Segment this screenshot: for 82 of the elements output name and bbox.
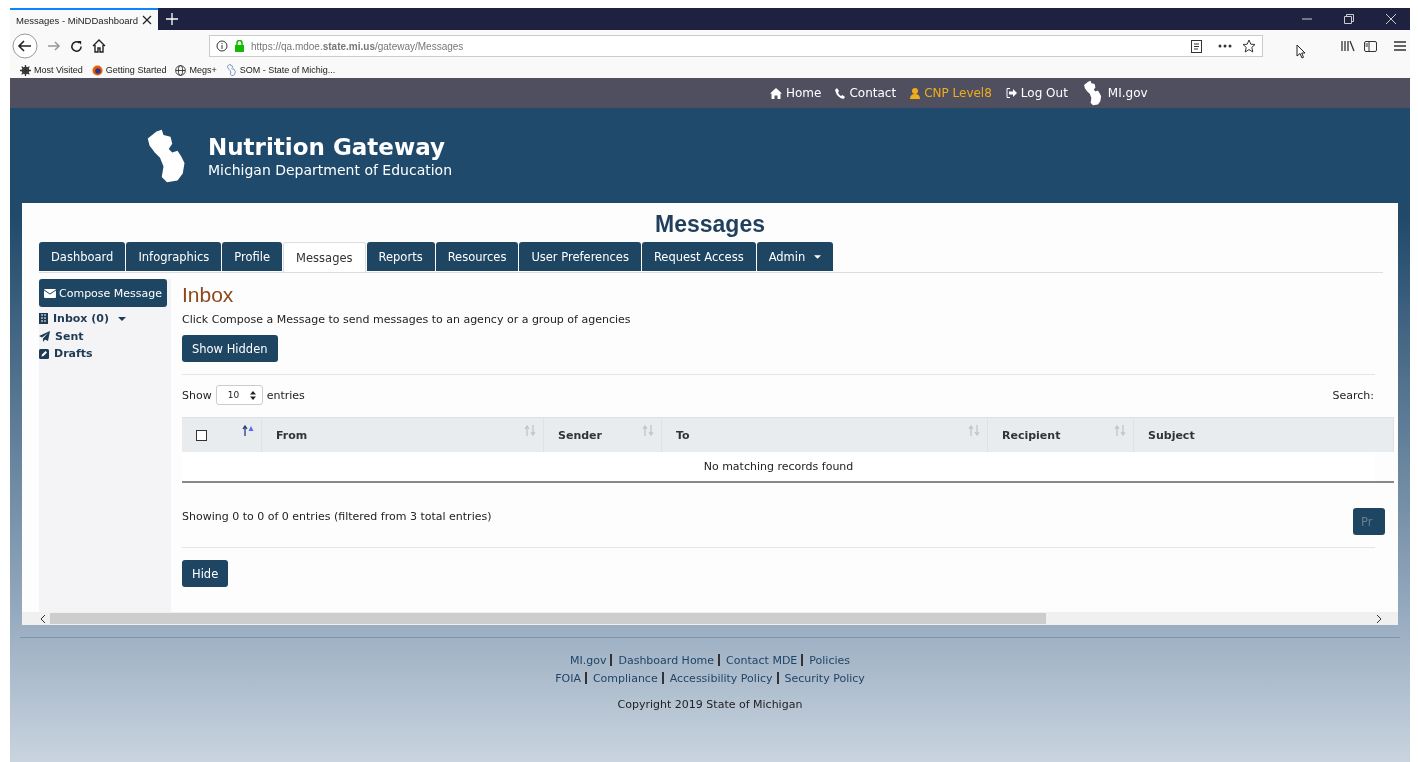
footer-link[interactable]: Compliance [592, 671, 658, 685]
scroll-left-icon[interactable] [40, 614, 46, 623]
nav-link[interactable]: Log Out [1005, 86, 1068, 100]
lock-icon [234, 40, 245, 52]
nav-link[interactable]: Contact [835, 86, 897, 100]
copyright-text: Copyright 2019 State of Michigan [617, 698, 803, 711]
scroll-right-icon[interactable] [1376, 614, 1382, 623]
nav-tab[interactable]: Messages [283, 242, 366, 272]
table-info-text: Showing 0 to 0 of 0 entries (filtered from 3 total entries) [182, 510, 492, 523]
browser-logo-icon [91, 64, 103, 76]
footer-link[interactable]: Accessibility Policy [669, 671, 773, 685]
close-icon[interactable] [142, 15, 152, 25]
select-all-checkbox[interactable] [196, 429, 207, 441]
library-icon[interactable] [1341, 40, 1355, 52]
nav-tab[interactable]: Reports [366, 242, 435, 271]
site-subtitle: Michigan Department of Education [208, 161, 453, 178]
forward-icon[interactable] [47, 39, 61, 53]
envelope-icon [44, 288, 56, 298]
caret-icon [118, 316, 126, 321]
globe-icon [175, 64, 187, 76]
user-icon [910, 87, 921, 99]
more-icon[interactable] [1218, 44, 1232, 48]
state-map-icon [225, 64, 237, 76]
bookmark-link[interactable]: Getting Started [91, 64, 167, 76]
reload-icon[interactable] [70, 39, 83, 53]
nav-link[interactable]: MI.gov [1081, 80, 1148, 106]
url-text: https://qa.mdoe.state.mi.us/gateway/Messages [251, 40, 464, 52]
gear-icon [20, 64, 31, 76]
entries-label: entries [266, 388, 305, 402]
menu-icon[interactable] [1394, 41, 1406, 51]
site-title: Nutrition Gateway [208, 133, 446, 160]
footer-link[interactable]: MI.gov [569, 653, 607, 667]
nav-tab[interactable]: Resources [435, 242, 519, 271]
back-icon[interactable] [12, 33, 38, 59]
nav-tab[interactable]: User Preferences [519, 242, 641, 271]
nav-tab[interactable]: Profile [222, 242, 283, 271]
star-icon[interactable] [1242, 39, 1256, 53]
hide-button[interactable]: Hide [182, 560, 229, 587]
reader-view-icon[interactable] [1191, 39, 1202, 53]
logout-icon [1005, 88, 1017, 98]
compose-button[interactable]: Compose Message [39, 279, 168, 307]
description-text: Click Compose a Message to send messages to an agency or a group of agencies [182, 313, 631, 326]
footer-link[interactable]: FOIA [555, 671, 581, 685]
paper-plane-icon [39, 330, 50, 342]
bookmark-link[interactable]: Megs+ [175, 64, 217, 76]
nav-tab[interactable]: Infographics [126, 242, 222, 271]
horizontal-scrollbar[interactable] [22, 612, 1398, 625]
search-label: Search: [1332, 388, 1374, 402]
show-hidden-button[interactable]: Show Hidden [182, 335, 278, 362]
home-icon [770, 87, 782, 99]
sidebar-icon[interactable] [1364, 40, 1377, 52]
cursor-icon [1296, 43, 1306, 59]
caret-icon [814, 254, 822, 259]
scrollbar-thumb[interactable] [50, 613, 1046, 624]
browser-tab[interactable]: Messages - MiNDDashboard [10, 8, 158, 30]
page-title: Messages [654, 211, 766, 238]
restore-icon[interactable] [1344, 14, 1354, 24]
address-bar[interactable]: https://qa.mdoe.state.mi.us/gateway/Messages [209, 35, 1263, 57]
home-icon[interactable] [92, 39, 106, 53]
bookmark-link[interactable]: SOM - State of Michig... [225, 64, 336, 76]
nav-link[interactable]: Home [770, 86, 822, 100]
new-tab-icon[interactable] [166, 13, 178, 25]
inbox-heading: Inbox [182, 283, 234, 307]
tab-title: Messages - MiNDDashboard [16, 14, 138, 26]
info-icon[interactable] [216, 40, 228, 52]
state-map-icon [1081, 80, 1104, 106]
bookmark-link[interactable]: Most Visited [20, 64, 83, 76]
nav-tab[interactable]: Request Access [641, 242, 756, 271]
footer-link[interactable]: Contact MDE [726, 653, 798, 667]
nav-link[interactable]: CNP Level8 [910, 86, 992, 100]
folder-link[interactable]: Inbox (0) [39, 310, 126, 328]
show-label: Show [182, 388, 212, 402]
phone-icon [835, 87, 846, 99]
footer-link[interactable]: Security Policy [784, 671, 865, 685]
page-length-select[interactable]: 10 [215, 385, 263, 405]
nav-tab[interactable]: Dashboard [39, 242, 126, 271]
folder-link[interactable]: Sent [39, 327, 84, 345]
folder-link[interactable]: Drafts [39, 345, 93, 363]
nav-tab[interactable]: Admin [756, 242, 834, 271]
footer-link[interactable]: Dashboard Home [618, 653, 715, 667]
spinner-icon [249, 390, 256, 400]
footer-link[interactable]: Policies [809, 653, 850, 667]
